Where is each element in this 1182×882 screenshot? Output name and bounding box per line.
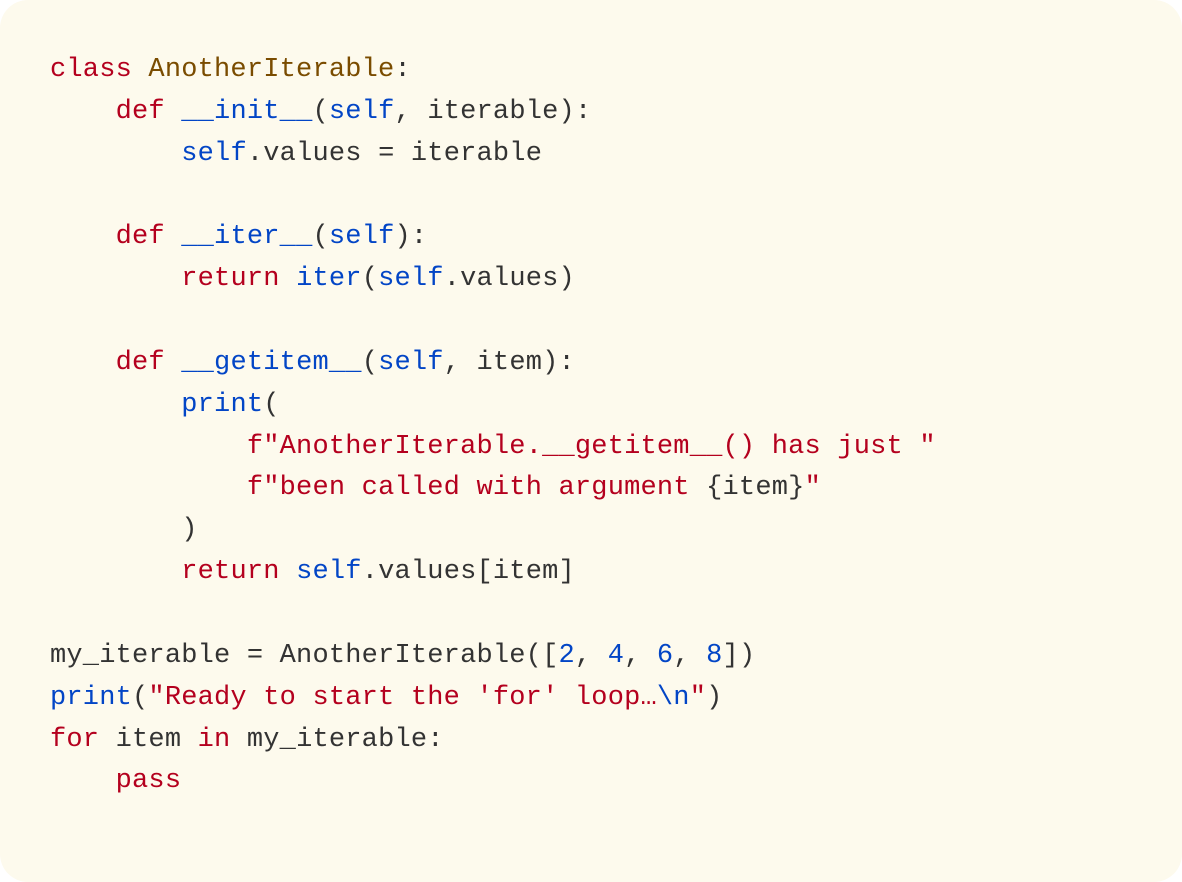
code-token: __init__ — [181, 97, 312, 127]
code-token — [50, 97, 116, 127]
code-token — [50, 390, 181, 420]
code-token: my_iterable = AnotherIterable([ — [50, 641, 558, 671]
code-token: self — [329, 97, 395, 127]
code-token: , item): — [444, 348, 575, 378]
code-token: } — [788, 473, 804, 503]
code-token: __iter__ — [181, 222, 312, 252]
code-token: ): — [395, 222, 428, 252]
code-token: print — [181, 390, 263, 420]
code-token: class — [50, 55, 148, 85]
code-token: def — [116, 348, 182, 378]
code-line: for item in my_iterable: — [50, 725, 444, 755]
code-token: .values[item] — [362, 557, 575, 587]
code-line: def __iter__(self): — [50, 222, 427, 252]
code-token: , — [575, 641, 608, 671]
code-line: ) — [50, 515, 198, 545]
code-token: __getitem__ — [181, 348, 361, 378]
code-token: my_iterable: — [247, 725, 444, 755]
code-token: { — [706, 473, 722, 503]
code-token: ( — [132, 683, 148, 713]
code-line: def __init__(self, iterable): — [50, 97, 591, 127]
code-token: for — [50, 725, 116, 755]
code-card: class AnotherIterable: def __init__(self… — [0, 0, 1182, 882]
code-token: f"AnotherIterable.__getitem__() has just… — [247, 432, 936, 462]
code-token: ( — [312, 97, 328, 127]
code-token: ) — [706, 683, 722, 713]
code-token — [50, 264, 181, 294]
code-token: ( — [362, 264, 378, 294]
code-token: " — [805, 473, 821, 503]
code-line: f"AnotherIterable.__getitem__() has just… — [50, 432, 936, 462]
code-token: , iterable): — [395, 97, 592, 127]
code-token — [50, 473, 247, 503]
code-token: self — [329, 222, 395, 252]
code-token: \n — [657, 683, 690, 713]
code-token: " — [690, 683, 706, 713]
code-block: class AnotherIterable: def __init__(self… — [50, 50, 1142, 803]
code-token: , — [673, 641, 706, 671]
code-token: ( — [312, 222, 328, 252]
code-token: 6 — [657, 641, 673, 671]
code-token: item — [116, 725, 198, 755]
code-line: class AnotherIterable: — [50, 55, 411, 85]
code-token — [50, 222, 116, 252]
code-token — [50, 557, 181, 587]
code-token: def — [116, 97, 182, 127]
code-token: : — [394, 55, 410, 85]
code-line: def __getitem__(self, item): — [50, 348, 575, 378]
code-token: iter — [296, 264, 362, 294]
code-token: self — [378, 348, 444, 378]
code-token: item — [723, 473, 789, 503]
code-token: .values) — [444, 264, 575, 294]
code-token — [50, 432, 247, 462]
code-line: pass — [50, 766, 181, 796]
code-line: f"been called with argument {item}" — [50, 473, 821, 503]
code-token: "Ready to start the 'for' loop… — [148, 683, 656, 713]
code-token: return — [181, 264, 296, 294]
code-token: print — [50, 683, 132, 713]
code-token: 4 — [608, 641, 624, 671]
code-token: def — [116, 222, 182, 252]
code-token: return — [181, 557, 296, 587]
code-token: 8 — [706, 641, 722, 671]
code-token — [50, 139, 181, 169]
code-token: in — [198, 725, 247, 755]
code-token — [50, 766, 116, 796]
code-token: self — [296, 557, 362, 587]
code-token: 2 — [558, 641, 574, 671]
code-line: return self.values[item] — [50, 557, 575, 587]
code-line: print( — [50, 390, 280, 420]
code-line: self.values = iterable — [50, 139, 542, 169]
code-token: pass — [116, 766, 182, 796]
code-token: ( — [362, 348, 378, 378]
code-line: print("Ready to start the 'for' loop…\n"… — [50, 683, 723, 713]
code-token: ) — [50, 515, 198, 545]
code-token: ]) — [723, 641, 756, 671]
code-token: AnotherIterable — [148, 55, 394, 85]
code-token: .values = iterable — [247, 139, 542, 169]
code-token — [50, 348, 116, 378]
code-line: my_iterable = AnotherIterable([2, 4, 6, … — [50, 641, 755, 671]
code-token: f"been called with argument — [247, 473, 706, 503]
code-token: self — [181, 139, 247, 169]
code-line: return iter(self.values) — [50, 264, 575, 294]
code-token: ( — [263, 390, 279, 420]
code-token: , — [624, 641, 657, 671]
code-token: self — [378, 264, 444, 294]
